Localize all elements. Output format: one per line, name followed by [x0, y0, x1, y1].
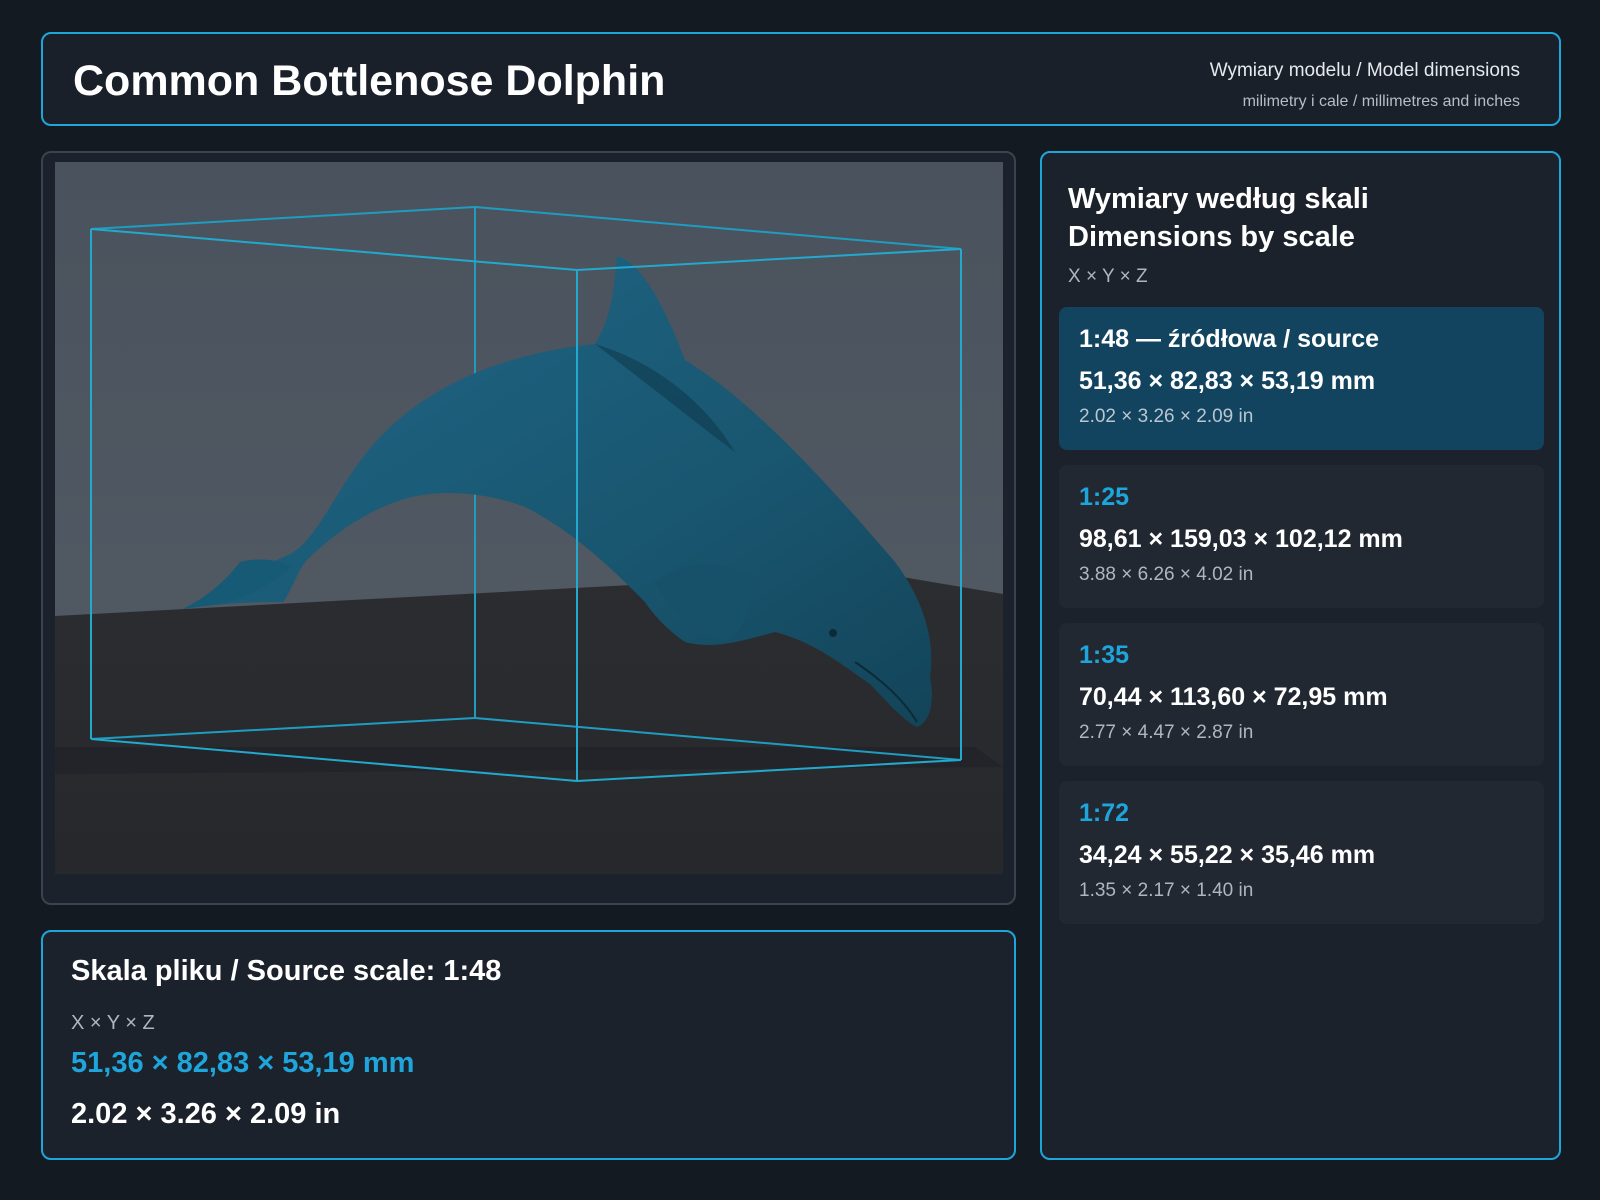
scale-dimensions-mm: 70,44 × 113,60 × 72,95 mm: [1079, 683, 1388, 711]
source-scale-panel: Skala pliku / Source scale: 1:48 X × Y ×…: [41, 930, 1016, 1160]
scale-label: 1:25: [1079, 483, 1130, 511]
scale-dimensions-in: 1.35 × 2.17 × 1.40 in: [1079, 880, 1254, 901]
header-units-note: milimetry i cale / millimetres and inche…: [1242, 93, 1520, 110]
scale-dimensions-in: 2.77 × 4.47 × 2.87 in: [1079, 722, 1254, 743]
model-render: [55, 162, 1003, 874]
scale-label: 1:72: [1079, 799, 1130, 827]
scales-panel-title: Wymiary według skali Dimensions by scale: [1068, 180, 1369, 256]
scale-dimensions-mm: 51,36 × 82,83 × 53,19 mm: [1079, 367, 1376, 395]
scales-title-en: Dimensions by scale: [1068, 221, 1355, 253]
axis-label: X × Y × Z: [1068, 266, 1148, 287]
header-subtitle: Wymiary modelu / Model dimensions: [1209, 60, 1520, 81]
scales-panel: Wymiary według skali Dimensions by scale…: [1040, 151, 1561, 1160]
scale-dimensions-mm: 34,24 × 55,22 × 35,46 mm: [1079, 841, 1376, 869]
header-bar: Common Bottlenose Dolphin Wymiary modelu…: [41, 32, 1561, 126]
scales-title-pl: Wymiary według skali: [1068, 183, 1369, 215]
scale-card-1-72[interactable]: 1:72 34,24 × 55,22 × 35,46 mm 1.35 × 2.1…: [1059, 781, 1544, 924]
scale-dimensions-mm: 98,61 × 159,03 × 102,12 mm: [1079, 525, 1403, 553]
scale-card-1-25[interactable]: 1:25 98,61 × 159,03 × 102,12 mm 3.88 × 6…: [1059, 465, 1544, 608]
source-dimensions-mm: 51,36 × 82,83 × 53,19 mm: [71, 1047, 415, 1079]
scale-label: 1:48 — źródłowa / source: [1079, 325, 1380, 353]
source-scale-title: Skala pliku / Source scale: 1:48: [71, 955, 502, 987]
model-viewer[interactable]: [41, 151, 1016, 905]
scale-dimensions-in: 3.88 × 6.26 × 4.02 in: [1079, 564, 1254, 585]
axis-label: X × Y × Z: [71, 1012, 155, 1034]
scale-card-1-48[interactable]: 1:48 — źródłowa / source 51,36 × 82,83 ×…: [1059, 307, 1544, 450]
scale-label: 1:35: [1079, 641, 1130, 669]
page-title: Common Bottlenose Dolphin: [73, 57, 666, 105]
scale-dimensions-in: 2.02 × 3.26 × 2.09 in: [1079, 406, 1254, 427]
source-dimensions-in: 2.02 × 3.26 × 2.09 in: [71, 1098, 341, 1130]
scale-card-1-35[interactable]: 1:35 70,44 × 113,60 × 72,95 mm 2.77 × 4.…: [1059, 623, 1544, 766]
